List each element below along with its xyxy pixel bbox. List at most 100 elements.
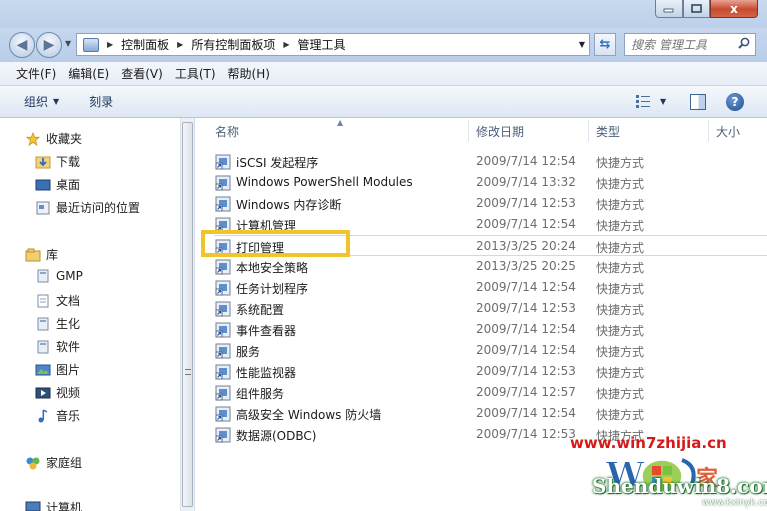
file-type: 快捷方式 xyxy=(596,219,645,233)
view-options-dropdown-icon[interactable]: ▼ xyxy=(660,97,666,106)
address-row: ◀ ▶ ▼ ▶ 控制面板 ▶ 所有控制面板项 ▶ 管理工具 ▼ ⇆ xyxy=(0,28,767,62)
nav-item-desktop[interactable]: 桌面 xyxy=(35,176,80,193)
nav-item-label: 软件 xyxy=(56,340,81,354)
column-divider[interactable] xyxy=(468,120,469,142)
nav-item-software[interactable]: 软件 xyxy=(35,338,80,355)
menu-bar: 文件(F) 编辑(E) 查看(V) 工具(T) 帮助(H) xyxy=(0,62,767,86)
libraries-icon xyxy=(25,248,41,261)
file-row[interactable]: iSCSI 发起程序 2009/7/14 12:54 快捷方式 xyxy=(214,151,767,172)
back-button[interactable]: ◀ xyxy=(9,32,35,58)
recent-pages-dropdown[interactable]: ▼ xyxy=(65,39,71,48)
file-name: iSCSI 发起程序 xyxy=(236,156,319,170)
search-box[interactable] xyxy=(624,33,756,56)
star-icon xyxy=(25,131,41,146)
file-date: 2009/7/14 12:54 xyxy=(476,154,576,168)
nav-computer[interactable]: 计算机 xyxy=(25,499,82,511)
breadcrumb-admin-tools[interactable]: 管理工具 xyxy=(298,36,346,53)
file-date: 2009/7/14 12:53 xyxy=(476,196,576,210)
file-name: 系统配置 xyxy=(236,303,285,317)
column-header-size[interactable]: 大小 xyxy=(716,118,740,144)
nav-libraries[interactable]: 库 xyxy=(25,246,58,263)
file-name: Windows 内存诊断 xyxy=(236,198,342,212)
navigation-scrollbar-thumb[interactable] xyxy=(182,122,193,507)
forward-button[interactable]: ▶ xyxy=(36,32,62,58)
column-header-name[interactable]: 名称 xyxy=(215,118,239,144)
grip-icon xyxy=(185,369,191,375)
nav-item-label: 生化 xyxy=(56,317,81,331)
file-name: 性能监视器 xyxy=(236,366,297,380)
nav-item-downloads[interactable]: 下载 xyxy=(35,153,80,170)
help-icon[interactable]: ? xyxy=(726,93,744,111)
change-view-icon[interactable] xyxy=(634,92,654,110)
burn-button[interactable]: 刻录 xyxy=(89,93,113,110)
videos-icon xyxy=(35,387,51,398)
menu-tools[interactable]: 工具(T) xyxy=(175,65,216,82)
nav-item-documents[interactable]: 文档 xyxy=(35,292,80,309)
file-date: 2009/7/14 12:54 xyxy=(476,280,576,294)
preview-pane-icon[interactable] xyxy=(690,94,706,110)
nav-item-videos[interactable]: 视频 xyxy=(35,384,80,401)
organize-button[interactable]: 组织 ▼ xyxy=(24,93,59,110)
breadcrumb-all-items[interactable]: 所有控制面板项 xyxy=(191,36,275,53)
file-row[interactable]: Windows 内存诊断 2009/7/14 12:53 快捷方式 xyxy=(214,193,767,214)
column-header-type[interactable]: 类型 xyxy=(596,118,620,144)
file-row[interactable]: 高级安全 Windows 防火墙 2009/7/14 12:54 快捷方式 xyxy=(214,403,767,424)
address-bar[interactable]: ▶ 控制面板 ▶ 所有控制面板项 ▶ 管理工具 ▼ xyxy=(76,33,590,56)
library-folder-icon xyxy=(37,340,49,353)
file-type: 快捷方式 xyxy=(596,282,645,296)
nav-item-music[interactable]: 音乐 xyxy=(35,407,80,424)
address-dropdown-icon[interactable]: ▼ xyxy=(579,40,585,49)
file-date: 2009/7/14 12:54 xyxy=(476,217,576,231)
minimize-button[interactable] xyxy=(655,0,683,18)
nav-favorites[interactable]: 收藏夹 xyxy=(25,130,82,147)
music-icon xyxy=(38,408,48,422)
library-folder-icon xyxy=(37,317,49,330)
menu-help[interactable]: 帮助(H) xyxy=(228,65,270,82)
shortcut-icon xyxy=(215,427,231,443)
file-name: Windows PowerShell Modules xyxy=(236,175,413,189)
file-name: 任务计划程序 xyxy=(236,282,309,296)
file-row[interactable]: 本地安全策略 2013/3/25 20:25 快捷方式 xyxy=(214,256,767,277)
pictures-icon xyxy=(35,364,51,375)
file-type: 快捷方式 xyxy=(596,198,645,212)
breadcrumb-separator-icon[interactable]: ▶ xyxy=(283,40,289,49)
refresh-button[interactable]: ⇆ xyxy=(594,33,616,56)
file-row[interactable]: 组件服务 2009/7/14 12:57 快捷方式 xyxy=(214,382,767,403)
file-row[interactable]: 任务计划程序 2009/7/14 12:54 快捷方式 xyxy=(214,277,767,298)
file-row[interactable]: 系统配置 2009/7/14 12:53 快捷方式 xyxy=(214,298,767,319)
nav-item-gmp[interactable]: GMP xyxy=(35,269,83,283)
search-input[interactable] xyxy=(631,37,739,52)
column-divider[interactable] xyxy=(588,120,589,142)
close-button[interactable]: x xyxy=(710,0,758,18)
file-row[interactable]: 事件查看器 2009/7/14 12:54 快捷方式 xyxy=(214,319,767,340)
column-header-date[interactable]: 修改日期 xyxy=(476,118,524,144)
file-row[interactable]: Windows PowerShell Modules 2009/7/14 13:3… xyxy=(214,172,767,193)
file-date: 2009/7/14 12:53 xyxy=(476,301,576,315)
recent-places-icon xyxy=(36,201,50,214)
file-date: 2009/7/14 12:54 xyxy=(476,322,576,336)
maximize-button[interactable] xyxy=(683,0,710,18)
close-icon: x xyxy=(730,1,738,16)
file-date: 2009/7/14 12:53 xyxy=(476,364,576,378)
menu-edit[interactable]: 编辑(E) xyxy=(68,65,109,82)
search-icon[interactable] xyxy=(738,37,750,49)
file-name: 本地安全策略 xyxy=(236,261,309,275)
file-date: 2013/3/25 20:24 xyxy=(476,239,576,253)
breadcrumb-separator-icon[interactable]: ▶ xyxy=(177,40,183,49)
nav-item-biochem[interactable]: 生化 xyxy=(35,315,80,332)
menu-view[interactable]: 查看(V) xyxy=(121,65,163,82)
file-row[interactable]: 服务 2009/7/14 12:54 快捷方式 xyxy=(214,340,767,361)
nav-item-pictures[interactable]: 图片 xyxy=(35,361,80,378)
nav-homegroup[interactable]: 家庭组 xyxy=(25,454,82,471)
menu-file[interactable]: 文件(F) xyxy=(16,65,56,82)
file-date: 2009/7/14 12:53 xyxy=(476,427,576,441)
nav-item-recent-places[interactable]: 最近访问的位置 xyxy=(35,199,140,216)
file-row[interactable]: 性能监视器 2009/7/14 12:53 快捷方式 xyxy=(214,361,767,382)
shortcut-icon xyxy=(215,322,231,338)
breadcrumb-separator-icon[interactable]: ▶ xyxy=(107,40,113,49)
navigation-scrollbar[interactable] xyxy=(180,118,194,511)
nav-item-label: 音乐 xyxy=(56,409,81,423)
breadcrumb-control-panel[interactable]: 控制面板 xyxy=(121,36,169,53)
file-type: 快捷方式 xyxy=(596,345,645,359)
column-divider[interactable] xyxy=(708,120,709,142)
